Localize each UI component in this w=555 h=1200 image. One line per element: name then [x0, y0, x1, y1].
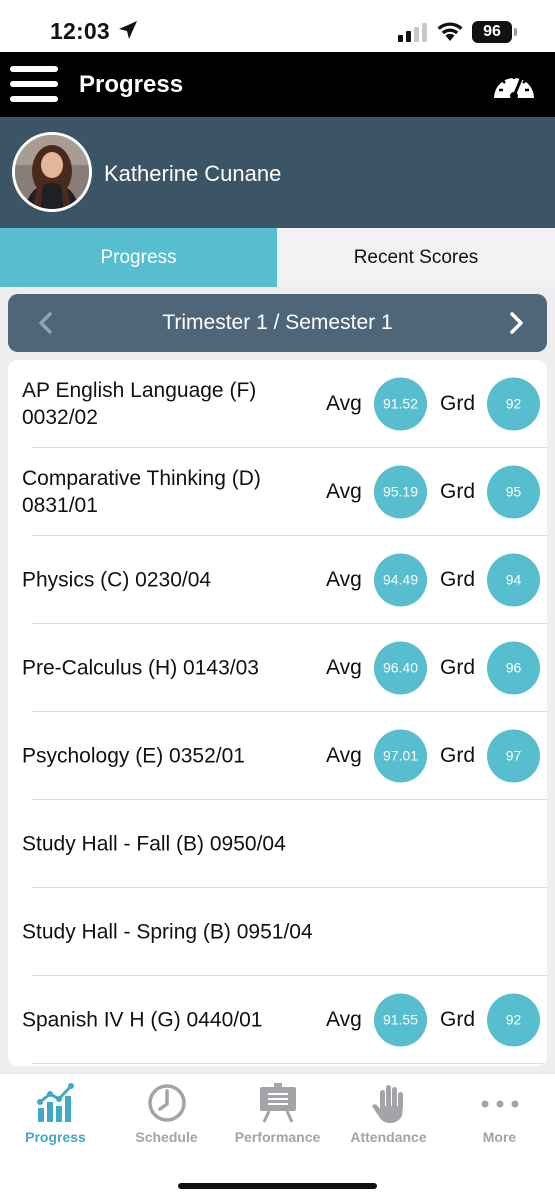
grade-label: Grd	[440, 744, 476, 767]
home-indicator[interactable]	[178, 1183, 377, 1189]
clock-icon	[148, 1084, 186, 1122]
status-bar: 12:03 96	[0, 0, 555, 52]
course-row[interactable]: Study Hall - Spring (B) 0951/04	[8, 888, 547, 976]
course-name: Study Hall - Fall (B) 0950/04	[22, 832, 286, 856]
grade-badge: 95	[487, 465, 540, 519]
avg-label: Avg	[326, 1008, 362, 1031]
page-title: Progress	[79, 71, 184, 98]
grade-badge: 94	[487, 553, 540, 607]
grade-label: Grd	[440, 480, 476, 503]
course-row[interactable]: Physics (C) 0230/04 Avg 94.49 Grd 94	[8, 536, 547, 624]
average-badge: 96.40	[374, 641, 427, 695]
nav-schedule[interactable]: Schedule	[111, 1074, 222, 1150]
course-row[interactable]: AP English Language (F) 0032/02 Avg 91.5…	[8, 360, 547, 448]
view-tabs: Progress Recent Scores	[0, 228, 555, 287]
home-indicator-area	[0, 1149, 555, 1200]
course-name: Spanish IV H (G) 0440/01	[22, 1008, 263, 1032]
course-list: AP English Language (F) 0032/02 Avg 91.5…	[8, 360, 547, 1066]
nav-label: Progress	[25, 1129, 86, 1145]
average-badge: 91.52	[374, 377, 427, 431]
avatar[interactable]	[12, 132, 92, 212]
app-header: Progress	[0, 52, 555, 117]
course-name: Pre-Calculus (H) 0143/03	[22, 656, 259, 680]
grade-label: Grd	[440, 1008, 476, 1031]
course-name: Physics (C) 0230/04	[22, 568, 212, 592]
chevron-right-icon[interactable]	[508, 311, 526, 335]
student-profile-banner: Katherine Cunane	[0, 117, 555, 228]
average-badge: 91.55	[374, 993, 427, 1047]
dashboard-gauge-icon[interactable]	[492, 66, 536, 102]
course-name: Psychology (E) 0352/01	[22, 744, 245, 768]
course-name: Study Hall - Spring (B) 0951/04	[22, 920, 313, 944]
avg-label: Avg	[326, 744, 362, 767]
hamburger-menu-icon[interactable]	[10, 66, 58, 102]
average-badge: 95.19	[374, 465, 427, 519]
nav-more[interactable]: More	[444, 1074, 555, 1150]
bar-chart-icon	[37, 1083, 74, 1122]
average-badge: 94.49	[374, 553, 427, 607]
raised-hand-icon	[372, 1085, 403, 1123]
average-badge: 97.01	[374, 729, 427, 783]
course-name: AP English Language (F) 0032/02	[22, 379, 257, 429]
wifi-icon	[437, 22, 463, 41]
nav-label: Attendance	[350, 1129, 427, 1145]
row-divider	[32, 1063, 547, 1064]
student-name: Katherine Cunane	[104, 161, 282, 186]
presentation-board-icon	[260, 1083, 296, 1123]
course-name: Comparative Thinking (D) 0831/01	[22, 467, 261, 517]
avg-label: Avg	[326, 656, 362, 679]
avg-label: Avg	[326, 568, 362, 591]
nav-performance[interactable]: Performance	[222, 1074, 333, 1150]
course-row[interactable]: Pre-Calculus (H) 0143/03 Avg 96.40 Grd 9…	[8, 624, 547, 712]
battery-indicator: 96	[472, 21, 512, 43]
course-row[interactable]: Psychology (E) 0352/01 Avg 97.01 Grd 97	[8, 712, 547, 800]
grade-badge: 92	[487, 993, 540, 1047]
grade-badge: 96	[487, 641, 540, 695]
nav-label: Schedule	[135, 1129, 198, 1145]
cellular-signal-icon	[398, 22, 427, 42]
term-label: Trimester 1 / Semester 1	[162, 311, 393, 334]
term-selector: Trimester 1 / Semester 1	[8, 294, 547, 352]
grade-badge: 97	[487, 729, 540, 783]
tab-progress[interactable]: Progress	[0, 228, 277, 287]
status-time: 12:03	[50, 18, 110, 44]
course-row[interactable]: Comparative Thinking (D) 0831/01 Avg 95.…	[8, 448, 547, 536]
location-arrow-icon	[119, 21, 137, 39]
avg-label: Avg	[326, 480, 362, 503]
battery-tip	[514, 28, 517, 36]
course-row[interactable]: Spanish IV H (G) 0440/01 Avg 91.55 Grd 9…	[8, 976, 547, 1064]
avatar-photo	[15, 135, 89, 209]
nav-attendance[interactable]: Attendance	[333, 1074, 444, 1150]
nav-progress[interactable]: Progress	[0, 1074, 111, 1150]
tab-recent-scores[interactable]: Recent Scores	[277, 228, 555, 287]
grade-badge: 92	[487, 377, 540, 431]
nav-label: Performance	[234, 1129, 321, 1145]
grade-label: Grd	[440, 568, 476, 591]
grade-label: Grd	[440, 392, 476, 415]
avg-label: Avg	[326, 392, 362, 415]
ellipsis-icon	[481, 1100, 519, 1108]
course-row[interactable]: Study Hall - Fall (B) 0950/04	[8, 800, 547, 888]
bottom-tab-bar: Progress Schedule Performance Attendance…	[0, 1073, 555, 1149]
grade-label: Grd	[440, 656, 476, 679]
nav-label: More	[482, 1129, 517, 1145]
